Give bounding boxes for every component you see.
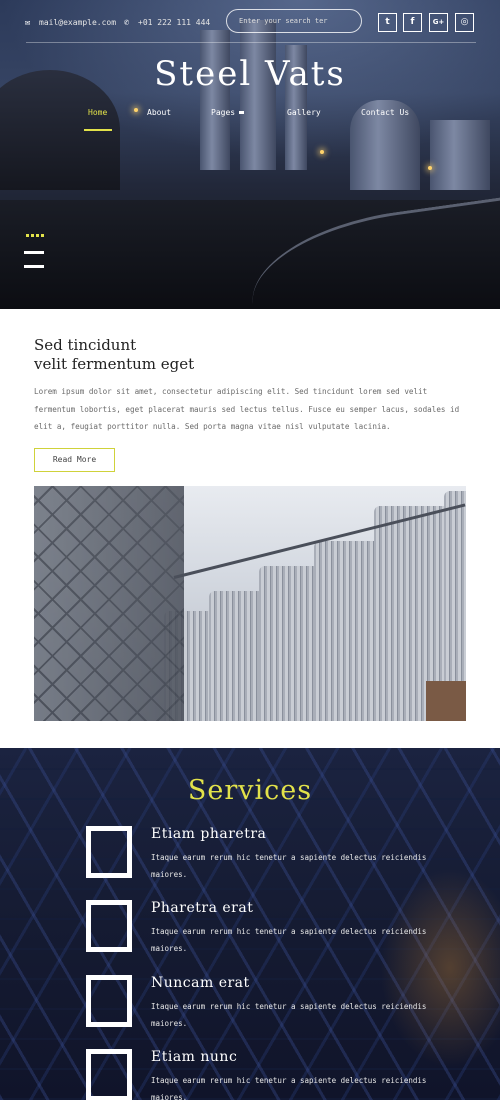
service-icon-box [86, 900, 132, 952]
background-glow [380, 868, 500, 1068]
main-nav: Home About Pages Gallery Contact Us [0, 108, 500, 132]
header-divider [26, 42, 476, 43]
lamp-light [320, 150, 324, 154]
envelope-icon: ✉ [25, 18, 31, 28]
about-title: Sed tincidunt velit fermentum eget [34, 336, 194, 374]
silo-base [426, 681, 466, 721]
silo-photo [34, 486, 466, 721]
nav-about[interactable]: About [147, 108, 171, 117]
service-name: Pharetra erat [151, 900, 254, 916]
twitter-icon[interactable]: t [378, 13, 397, 32]
service-name: Nuncam erat [151, 975, 250, 991]
email-contact[interactable]: ✉ mail@example.com [25, 18, 116, 28]
service-desc: Itaque earum rerum hic tenetur a sapient… [151, 1002, 427, 1028]
phone-contact[interactable]: ✆ +01 222 111 444 [124, 18, 210, 28]
facebook-icon[interactable]: f [403, 13, 422, 32]
lamp-light [428, 166, 432, 170]
service-name: Etiam nunc [151, 1049, 238, 1065]
about-title-line2: velit fermentum eget [34, 355, 195, 373]
service-icon-box [86, 975, 132, 1027]
service-desc: Itaque earum rerum hic tenetur a sapient… [151, 927, 427, 953]
nav-home[interactable]: Home [88, 108, 107, 117]
silo-tank [209, 591, 264, 721]
email-text: mail@example.com [39, 18, 117, 27]
nav-gallery[interactable]: Gallery [287, 108, 321, 117]
menu-bar-accent [26, 234, 44, 237]
phone-icon: ✆ [124, 18, 130, 28]
silo-tank [314, 541, 380, 721]
dribbble-icon[interactable]: ◎ [455, 13, 474, 32]
google-plus-icon[interactable]: G+ [429, 13, 448, 32]
phone-text: +01 222 111 444 [138, 18, 211, 27]
hero-banner [0, 0, 500, 309]
about-text: Lorem ipsum dolor sit amet, consectetur … [34, 387, 460, 431]
site-logo[interactable]: Steel Vats [0, 54, 500, 94]
service-name: Etiam pharetra [151, 826, 267, 842]
menu-toggle-icon[interactable] [24, 234, 46, 274]
nav-pages-label: Pages [211, 108, 236, 117]
search-input[interactable]: Enter your search ter [226, 9, 362, 33]
menu-bar [24, 251, 44, 254]
silo [200, 30, 230, 170]
service-icon-box [86, 826, 132, 878]
services-title: Services [187, 775, 313, 806]
menu-bar [24, 265, 44, 268]
service-desc: Itaque earum rerum hic tenetur a sapient… [151, 1076, 427, 1102]
caret-down-icon [239, 111, 245, 114]
nav-active-underline [84, 129, 112, 131]
service-desc: Itaque earum rerum hic tenetur a sapient… [151, 853, 427, 879]
read-more-button[interactable]: Read More [34, 448, 115, 472]
about-title-line1: Sed tincidunt [34, 336, 137, 354]
nav-contact[interactable]: Contact Us [361, 108, 409, 117]
nav-pages[interactable]: Pages [211, 108, 245, 117]
silo-tank [259, 566, 319, 721]
steel-tower [34, 486, 184, 721]
top-bar: ✉ mail@example.com ✆ +01 222 111 444 Enter… [0, 0, 500, 44]
service-icon-box [86, 1049, 132, 1101]
